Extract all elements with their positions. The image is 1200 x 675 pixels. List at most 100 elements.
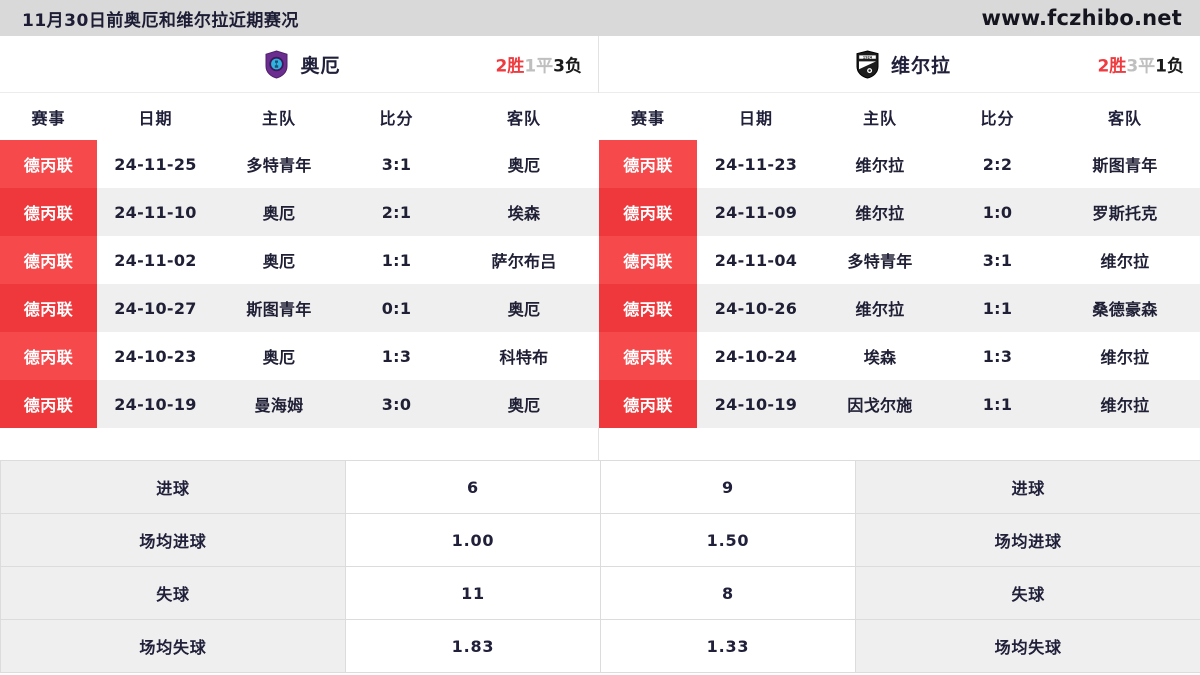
right-record-wins: 2胜 [1097, 56, 1127, 77]
left-match-table: 赛事 日期 主队 比分 客队 德丙联 24-11-25 多特青年 3:1 奥厄 德丙联 24… [0, 93, 599, 428]
table-row[interactable]: 德丙联 24-11-25 多特青年 3:1 奥厄 [0, 140, 599, 188]
table-row[interactable]: 德丙联 24-10-23 奥厄 1:3 科特布 [0, 332, 599, 380]
table-row[interactable]: 德丙联 24-11-02 奥厄 1:1 萨尔布吕 [0, 236, 599, 284]
league-badge: 德丙联 [0, 188, 97, 236]
stat-value-left: 1.83 [345, 619, 601, 673]
match-date: 24-11-10 [97, 188, 214, 236]
away-team: 罗斯托克 [1050, 188, 1200, 236]
match-date: 24-10-26 [697, 284, 815, 332]
league-badge: 德丙联 [0, 140, 97, 188]
stat-label-left: 场均进球 [0, 513, 346, 567]
table-row[interactable]: 德丙联 24-11-10 奥厄 2:1 埃森 [0, 188, 599, 236]
match-score: 2:1 [344, 188, 449, 236]
match-score: 1:3 [945, 332, 1050, 380]
table-row[interactable]: 德丙联 24-10-27 斯图青年 0:1 奥厄 [0, 284, 599, 332]
home-team: 维尔拉 [815, 188, 945, 236]
away-team: 维尔拉 [1050, 332, 1200, 380]
table-row[interactable]: 德丙联 24-11-09 维尔拉 1:0 罗斯托克 [599, 188, 1200, 236]
match-score: 3:1 [945, 236, 1050, 284]
stat-row: 失球 11 8 失球 [0, 566, 1200, 620]
right-table-header-row: 赛事 日期 主队 比分 客队 [599, 93, 1200, 140]
table-row[interactable]: 德丙联 24-11-04 多特青年 3:1 维尔拉 [599, 236, 1200, 284]
verl-crest-icon: 1924 [854, 49, 881, 79]
match-league-cell: 德丙联 [0, 188, 97, 236]
home-team: 多特青年 [815, 236, 945, 284]
stat-label-right: 场均进球 [855, 513, 1200, 567]
stat-value-right: 9 [600, 460, 856, 514]
match-league-cell: 德丙联 [599, 332, 697, 380]
stat-label-right: 失球 [855, 566, 1200, 620]
left-record-losses: 3负 [553, 56, 582, 77]
stat-value-right: 1.33 [600, 619, 856, 673]
home-team: 因戈尔施 [815, 380, 945, 428]
stat-label-left: 进球 [0, 460, 346, 514]
league-badge: 德丙联 [599, 332, 697, 380]
page-title: 11月30日前奥厄和维尔拉近期赛况 [22, 10, 299, 31]
stat-row: 进球 6 9 进球 [0, 460, 1200, 514]
left-team-panel: 奥厄 2胜1平3负 赛事 日期 主队 比分 客队 德丙联 24-11-25 多特青年… [0, 36, 599, 460]
left-col-home: 主队 [214, 93, 344, 140]
match-score: 1:1 [945, 284, 1050, 332]
table-row[interactable]: 德丙联 24-10-24 埃森 1:3 维尔拉 [599, 332, 1200, 380]
match-date: 24-11-02 [97, 236, 214, 284]
match-score: 3:1 [344, 140, 449, 188]
home-team: 多特青年 [214, 140, 344, 188]
left-record-draws: 1平 [524, 56, 554, 77]
table-row[interactable]: 德丙联 24-11-23 维尔拉 2:2 斯图青年 [599, 140, 1200, 188]
left-col-date: 日期 [97, 93, 214, 140]
match-date: 24-10-24 [697, 332, 815, 380]
home-team: 奥厄 [214, 188, 344, 236]
table-row[interactable]: 德丙联 24-10-19 曼海姆 3:0 奥厄 [0, 380, 599, 428]
match-league-cell: 德丙联 [599, 188, 697, 236]
home-team: 奥厄 [214, 332, 344, 380]
right-col-away: 客队 [1050, 93, 1200, 140]
stat-label-left: 失球 [0, 566, 346, 620]
left-table-header-row: 赛事 日期 主队 比分 客队 [0, 93, 599, 140]
match-score: 1:1 [945, 380, 1050, 428]
left-record-wins: 2胜 [495, 56, 525, 77]
league-badge: 德丙联 [0, 380, 97, 428]
right-col-home: 主队 [815, 93, 945, 140]
match-league-cell: 德丙联 [0, 236, 97, 284]
match-league-cell: 德丙联 [0, 332, 97, 380]
league-badge: 德丙联 [599, 188, 697, 236]
match-league-cell: 德丙联 [599, 380, 697, 428]
right-team-identity[interactable]: 1924 维尔拉 [848, 49, 951, 79]
stat-value-right: 1.50 [600, 513, 856, 567]
match-score: 1:1 [344, 236, 449, 284]
stat-value-left: 6 [345, 460, 601, 514]
table-row[interactable]: 德丙联 24-10-19 因戈尔施 1:1 维尔拉 [599, 380, 1200, 428]
home-team: 斯图青年 [214, 284, 344, 332]
match-score: 1:0 [945, 188, 1050, 236]
stat-row: 场均失球 1.83 1.33 场均失球 [0, 619, 1200, 673]
right-record-losses: 1负 [1155, 56, 1184, 77]
match-score: 0:1 [344, 284, 449, 332]
left-col-away: 客队 [449, 93, 599, 140]
match-date: 24-11-23 [697, 140, 815, 188]
left-col-league: 赛事 [0, 93, 97, 140]
match-score: 3:0 [344, 380, 449, 428]
left-team-header: 奥厄 2胜1平3负 [0, 36, 598, 93]
match-date: 24-10-19 [697, 380, 815, 428]
match-league-cell: 德丙联 [599, 236, 697, 284]
home-team: 埃森 [815, 332, 945, 380]
stat-label-right: 场均失球 [855, 619, 1200, 673]
away-team: 奥厄 [449, 284, 599, 332]
away-team: 桑德豪森 [1050, 284, 1200, 332]
stat-value-left: 1.00 [345, 513, 601, 567]
left-team-identity[interactable]: 奥厄 [257, 49, 340, 79]
table-row[interactable]: 德丙联 24-10-26 维尔拉 1:1 桑德豪森 [599, 284, 1200, 332]
right-record-draws: 3平 [1126, 56, 1156, 77]
match-league-cell: 德丙联 [0, 140, 97, 188]
right-col-date: 日期 [697, 93, 815, 140]
aue-crest-icon [263, 49, 290, 79]
site-url: www.fczhibo.net [981, 6, 1182, 30]
match-score: 2:2 [945, 140, 1050, 188]
league-badge: 德丙联 [599, 236, 697, 284]
right-team-name: 维尔拉 [890, 54, 951, 77]
away-team: 萨尔布吕 [449, 236, 599, 284]
stats-comparison-table: 进球 6 9 进球 场均进球 1.00 1.50 场均进球 失球 11 8 失球 场均失球 1.83 1.3… [0, 460, 1200, 673]
left-col-score: 比分 [344, 93, 449, 140]
comparison-panels: 奥厄 2胜1平3负 赛事 日期 主队 比分 客队 德丙联 24-11-25 多特青年… [0, 36, 1200, 460]
league-badge: 德丙联 [0, 332, 97, 380]
